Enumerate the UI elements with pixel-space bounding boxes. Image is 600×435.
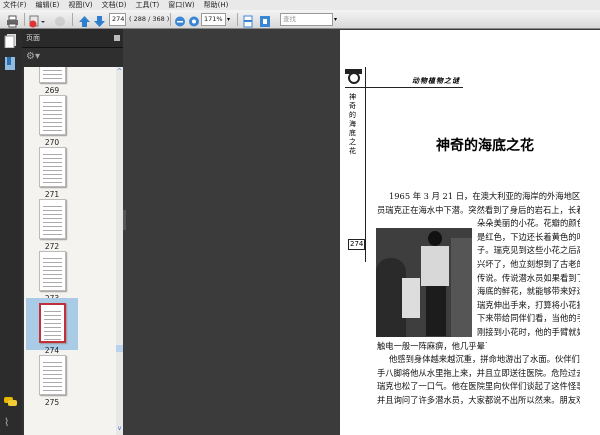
pages-icon: [4, 34, 16, 49]
scroll-down-button[interactable]: v: [116, 426, 123, 432]
arrow-up-icon: [79, 16, 90, 27]
body-line: 并且询问了许多潜水员，大家都说不出所以然来。朋友劝他: [377, 395, 580, 405]
pages-panel: 页面 ⚙▾ 269270271272273274275 ^ v: [22, 29, 123, 435]
document-page: 动物植物之谜 神奇的海底之花 神奇的海底之花 274 1965 年 3 月 21…: [340, 30, 600, 435]
zoom-in-icon: [189, 16, 199, 27]
page-thumbnail[interactable]: [39, 147, 66, 187]
create-pdf-icon: [29, 15, 45, 28]
running-head: 动物植物之谜: [412, 76, 460, 85]
photo-diver: [376, 228, 472, 337]
page-thumbnail[interactable]: [39, 303, 66, 343]
thumbnail-label: 271: [44, 190, 60, 199]
panel-title: 页面: [26, 34, 40, 42]
thumbnail-scrollbar[interactable]: ^ v: [116, 67, 123, 435]
body-line: 1965 年 3 月 21 日，在澳大利亚的海岸的外海地区，潜水: [389, 191, 580, 201]
zoom-level-input[interactable]: 171%: [201, 13, 226, 26]
fit-page-icon: [243, 15, 253, 28]
options-button[interactable]: ⚙▾: [26, 51, 40, 62]
full-screen-icon: [260, 16, 270, 27]
page-thumbnail[interactable]: [39, 199, 66, 239]
chevron-down-icon: ▾: [334, 16, 338, 23]
body-line: 手八脚将他从水里拖上来，并且立即送往医院。危险过去了，: [377, 367, 580, 378]
thumbnail-list: 269270271272273274275: [24, 67, 116, 435]
body-line: 员瑞克正在海水中下潜。突然看到了身后的岩石上，长着一: [377, 204, 580, 215]
body-line: 下来带给同伴们看，当他的手: [477, 313, 580, 324]
menu-view[interactable]: 视图(V): [68, 0, 92, 10]
menu-edit[interactable]: 编辑(E): [36, 0, 60, 10]
scroll-thumb[interactable]: [116, 345, 123, 352]
attachments-button[interactable]: ⌇: [4, 416, 9, 429]
header-rule: [345, 87, 463, 88]
thumbnail-label: 270: [44, 138, 60, 147]
chapter-ornament-icon: [345, 69, 362, 84]
full-screen-button[interactable]: [259, 13, 271, 27]
thumbnail-label: 275: [44, 398, 60, 407]
page-number: 274: [348, 239, 366, 250]
pages-panel-button[interactable]: [4, 33, 17, 52]
previous-page-button[interactable]: [78, 13, 91, 27]
panel-options-row: ⚙▾: [22, 48, 123, 67]
thumbnail-label: 274: [44, 346, 60, 355]
thumbnail-label: 272: [44, 242, 60, 251]
body-line: 是红色，下边还长着黄色的叶: [477, 231, 580, 242]
page-thumbnail[interactable]: [39, 95, 66, 135]
comments-button[interactable]: [4, 393, 18, 412]
paperclip-icon: ⌇: [4, 416, 10, 429]
printer-icon: [7, 15, 18, 28]
body-line: 兴坏了，他立刻想到了古老的: [477, 259, 580, 269]
chapter-title: 神奇的海底之花: [436, 138, 534, 154]
search-input[interactable]: 查找: [280, 13, 333, 26]
body-line: 传说。传说潜水员如果看到了: [477, 272, 580, 283]
bookmark-icon: [5, 57, 15, 70]
next-page-button[interactable]: [93, 13, 106, 27]
chevron-down-icon: ▾: [227, 16, 231, 23]
panel-header: 页面: [22, 29, 123, 48]
panel-resize-handle[interactable]: [123, 210, 126, 230]
body-line: 海底的鲜花，就能够带来好运。: [477, 286, 580, 297]
print-button[interactable]: [6, 13, 19, 28]
body-line: 朵朵美丽的小花。花瓣的颜色: [477, 218, 580, 229]
zoom-dropdown-button[interactable]: ▾: [227, 13, 235, 26]
body-line: 触电一般一阵麻痹，他几乎晕了过去。: [377, 340, 487, 351]
vertical-chapter-title: 神奇的海底之花: [349, 93, 356, 155]
zoom-out-icon: [175, 16, 185, 27]
menu-help[interactable]: 帮助(H): [204, 0, 229, 10]
gear-icon: ⚙: [26, 51, 35, 62]
menu-window[interactable]: 窗口(W): [168, 0, 194, 10]
body-line: 他感到身体越来越沉重，拼命地游出了水面。伙伴们七: [389, 354, 580, 365]
menu-document[interactable]: 文档(D): [102, 0, 127, 10]
menu-file[interactable]: 文件(F): [3, 0, 27, 10]
page-count: ( 288 / 368 ): [129, 15, 170, 23]
toolbar: 274 ( 288 / 368 ) 171% ▾ 查找 ▾: [0, 10, 600, 29]
fit-page-button[interactable]: [242, 13, 254, 28]
zoom-in-button[interactable]: [188, 13, 200, 27]
menu-bar: 文件(F) 编辑(E) 视图(V) 文档(D) 工具(T) 窗口(W) 帮助(H…: [0, 0, 600, 10]
arrow-down-icon: [94, 16, 105, 27]
body-line: 子。瑞克见到这些小花之后高: [477, 245, 580, 256]
margin-rule: [365, 67, 366, 262]
scroll-up-button[interactable]: ^: [116, 69, 123, 75]
body-line: 刚接到小花时，他的手臂就如: [477, 327, 580, 337]
menu-tools[interactable]: 工具(T): [136, 0, 160, 10]
body-line: 瑞克伸出手来，打算将小花摘: [477, 299, 580, 310]
page-number-input[interactable]: 274: [109, 13, 126, 26]
bookmarks-panel-button[interactable]: [4, 56, 17, 75]
create-button[interactable]: [28, 13, 46, 28]
page-thumbnail[interactable]: [39, 67, 66, 83]
comments-icon: [4, 397, 17, 406]
page-thumbnail[interactable]: [39, 251, 66, 291]
collaborate-button[interactable]: [53, 13, 67, 27]
panel-menu-button[interactable]: [114, 35, 120, 41]
navigation-strip: ⌇: [0, 29, 22, 435]
page-thumbnail[interactable]: [39, 355, 66, 395]
search-dropdown-button[interactable]: ▾: [334, 13, 342, 26]
share-icon: [55, 16, 65, 27]
thumbnail-label: 269: [44, 86, 60, 95]
body-line: 瑞克也松了一口气。他在医院里向伙伴们谈起了这件怪事，: [377, 381, 580, 392]
zoom-out-button[interactable]: [174, 13, 186, 27]
